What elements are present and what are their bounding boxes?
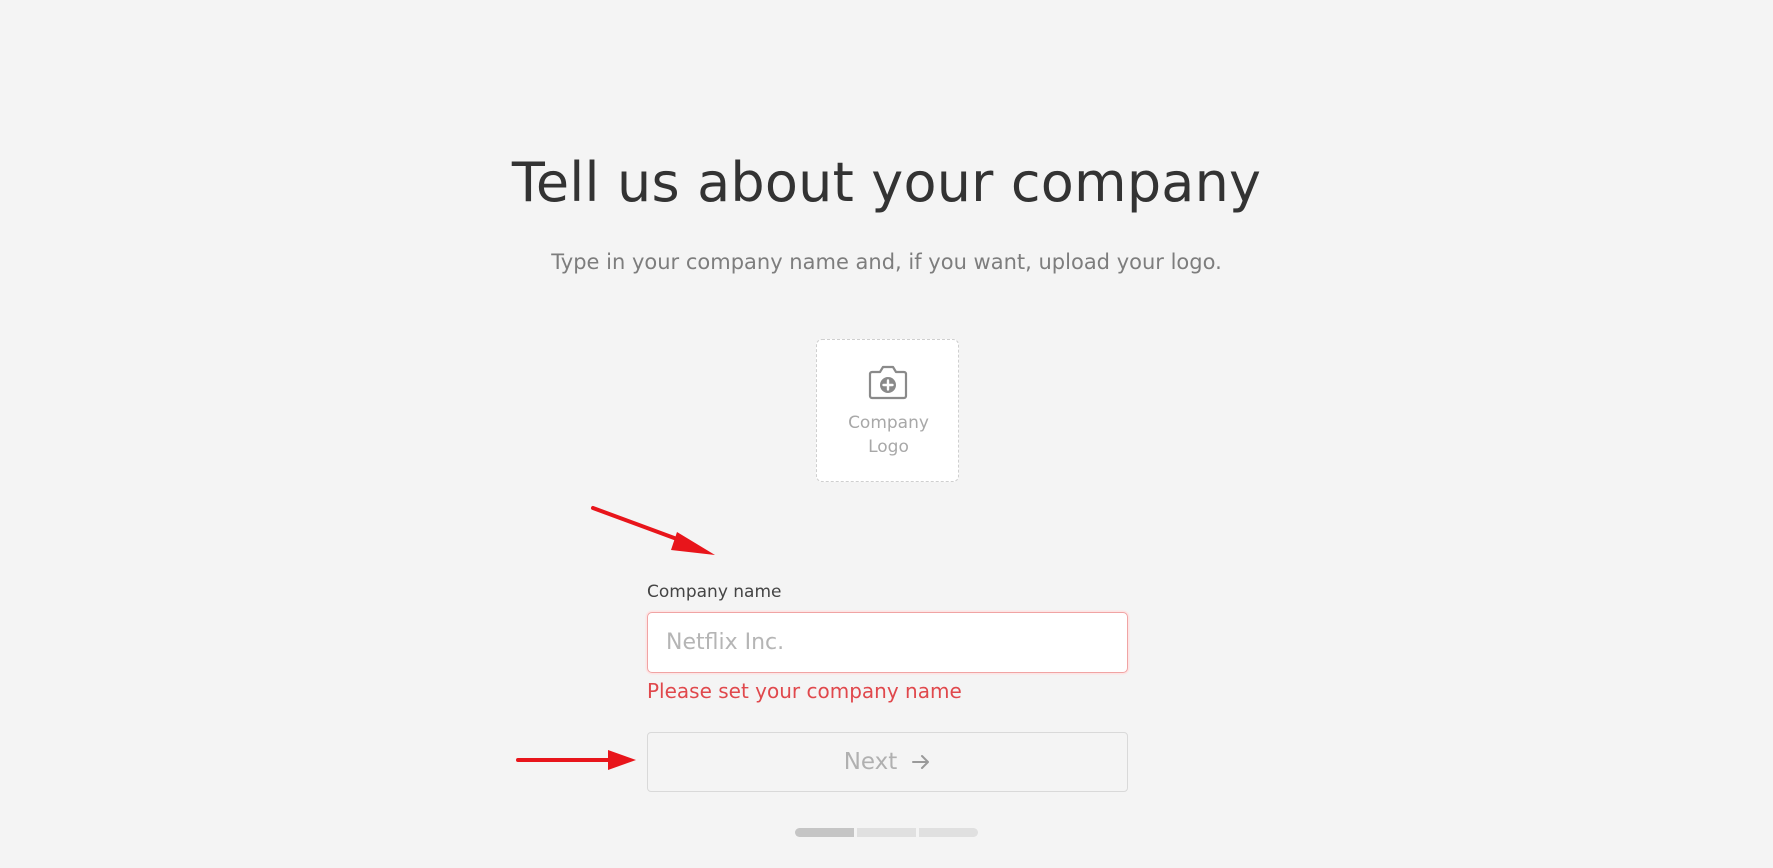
company-logo-label: Company Logo xyxy=(817,411,960,459)
next-button[interactable]: Next xyxy=(647,732,1128,792)
arrow-right-icon xyxy=(912,755,930,769)
company-name-error: Please set your company name xyxy=(647,679,962,703)
page-subtitle: Type in your company name and, if you wa… xyxy=(551,250,1222,274)
company-name-input[interactable] xyxy=(647,612,1128,673)
page-title: Tell us about your company xyxy=(511,151,1262,214)
company-name-label: Company name xyxy=(647,582,782,602)
progress-step-2 xyxy=(857,828,916,837)
step-progress-indicator xyxy=(795,828,978,837)
progress-step-1 xyxy=(795,828,854,837)
company-logo-label-line1: Company xyxy=(848,413,929,433)
camera-add-icon xyxy=(868,365,908,400)
company-logo-upload[interactable]: Company Logo xyxy=(816,339,959,482)
next-button-label: Next xyxy=(843,749,898,775)
annotation-arrow-to-next-button xyxy=(516,750,636,770)
annotation-arrow-to-field xyxy=(591,506,715,555)
progress-step-3 xyxy=(919,828,978,837)
company-logo-label-line2: Logo xyxy=(868,437,909,457)
